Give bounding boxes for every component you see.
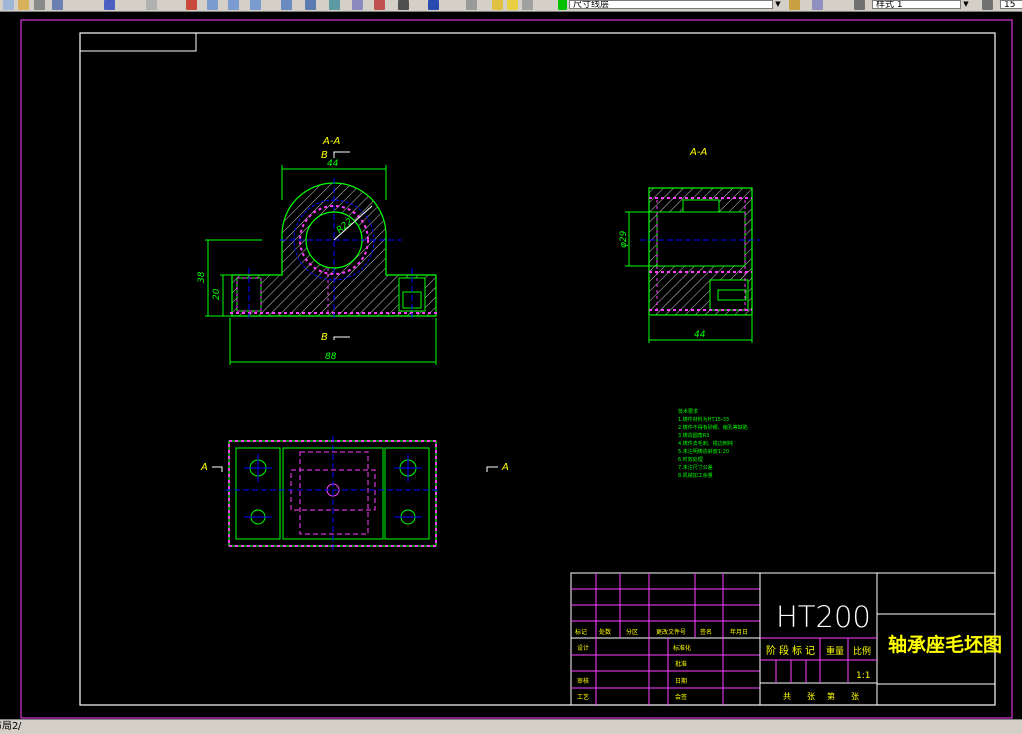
dim-side-width: 44 xyxy=(694,330,706,340)
layer-color-icon[interactable] xyxy=(507,0,518,10)
tech-note: 8.机械加工余量 xyxy=(678,472,713,479)
print-icon[interactable] xyxy=(34,0,45,10)
tech-note: 4.铸件去毛刺、锐边倒钝 xyxy=(678,440,733,447)
make-current-layer-icon[interactable] xyxy=(789,0,800,10)
title-block-material: HT200 xyxy=(776,600,871,634)
mid-label: 日期 xyxy=(675,677,687,685)
save-icon[interactable] xyxy=(52,0,63,10)
markup-icon[interactable] xyxy=(374,0,385,10)
tech-note: 6.时效处理 xyxy=(678,456,703,463)
cut-label-b-bottom: B xyxy=(321,332,328,343)
style-combo-value: 样式 1 xyxy=(876,0,903,9)
front-section-view: A-A B 44 R22 38 20 B 88 xyxy=(197,136,438,365)
layer-combo-value: 尺寸线层 xyxy=(573,0,610,9)
right-combo-value: 15 xyxy=(1004,0,1016,9)
dim-height-total: 38 xyxy=(197,271,207,283)
tech-note: 3.铸造圆角R3 xyxy=(678,432,709,439)
style-combo[interactable]: 样式 1 xyxy=(872,0,970,9)
title-block: HT200 轴承座毛坯图 1:1 标记 处数 分区 更改文件号 签名 年月日 设… xyxy=(570,572,1002,706)
redo-icon[interactable] xyxy=(146,0,157,10)
top-view: A A xyxy=(200,436,509,550)
mid-label: 标准化 xyxy=(673,644,691,652)
table-style-icon[interactable] xyxy=(982,0,993,10)
layer-lock-icon[interactable] xyxy=(522,0,533,10)
header-label: 分区 xyxy=(626,628,638,636)
sheet-label: 张 xyxy=(851,692,859,701)
layer-swatch-icon xyxy=(558,0,567,10)
properties-icon[interactable] xyxy=(281,0,292,10)
title-block-drawing-name: 轴承座毛坯图 xyxy=(888,633,1002,656)
header-label: 更改文件号 xyxy=(656,628,686,636)
tech-note: 2.铸件不得有砂眼、缩孔等缺陷 xyxy=(678,424,748,431)
sheet-label: 张 xyxy=(807,692,815,701)
weight-label: 重量 xyxy=(826,645,844,657)
undo-icon[interactable] xyxy=(104,0,115,10)
cut-label-a-right: A xyxy=(501,462,509,473)
header-label: 年月日 xyxy=(730,628,748,636)
open-file-icon[interactable] xyxy=(18,0,29,10)
plot-style-icon[interactable] xyxy=(854,0,865,10)
dim-width-top: 44 xyxy=(327,159,339,169)
drawing-svg: A-A B 44 R22 38 20 B 88 A-A φ29 44 A A 技… xyxy=(20,19,1013,719)
stage-label: 阶段标记 xyxy=(766,644,818,657)
side-section-label: A-A xyxy=(689,147,707,158)
dim-height-base: 20 xyxy=(212,288,222,300)
technical-notes: 技术要求 1.铸件材料为HT15-33 2.铸件不得有砂眼、缩孔等缺陷 3.铸造… xyxy=(678,408,748,479)
tab-separator: / xyxy=(18,721,22,732)
mid-label: 批准 xyxy=(675,660,687,668)
sheet-set-icon[interactable] xyxy=(352,0,363,10)
zoom-previous-icon[interactable] xyxy=(250,0,261,10)
header-label: 签名 xyxy=(700,628,712,636)
new-file-icon[interactable] xyxy=(3,0,14,10)
design-center-icon[interactable] xyxy=(305,0,316,10)
zoom-window-icon[interactable] xyxy=(228,0,239,10)
side-section-view: A-A φ29 44 xyxy=(619,147,760,343)
layer-properties-icon[interactable] xyxy=(466,0,477,10)
calculator-icon[interactable] xyxy=(398,0,409,10)
layer-combo[interactable]: 尺寸线层 xyxy=(569,0,782,9)
tool-palette-icon[interactable] xyxy=(329,0,340,10)
tech-notes-title: 技术要求 xyxy=(678,408,698,415)
toolbar: 尺寸线层 ▼ 样式 1 ▼ 15 xyxy=(0,0,1022,12)
left-label: 审核 xyxy=(577,677,589,685)
drawing-canvas[interactable]: A-A B 44 R22 38 20 B 88 A-A φ29 44 A A 技… xyxy=(0,12,1022,719)
frame-corner-box xyxy=(79,32,197,52)
layout-tab-bar: 布局2 / xyxy=(0,719,1022,734)
right-combo[interactable]: 15 xyxy=(1000,0,1022,9)
cut-label-a-left: A xyxy=(200,462,208,473)
zoom-realtime-icon[interactable] xyxy=(207,0,218,10)
sheet-label: 第 xyxy=(827,691,835,701)
title-block-scale: 1:1 xyxy=(856,671,870,681)
scale-label: 比例 xyxy=(853,645,871,657)
layer-state-icon[interactable] xyxy=(492,0,503,10)
dim-length-base: 88 xyxy=(325,352,337,362)
tech-note: 5.未注明铸造斜度1:20 xyxy=(678,448,729,455)
left-label: 工艺 xyxy=(577,693,589,701)
tech-note: 7.未注尺寸公差 xyxy=(678,464,713,471)
chevron-down-icon[interactable]: ▼ xyxy=(772,0,783,9)
front-section-label: A-A xyxy=(322,136,340,147)
layout-tab[interactable]: 布局2 xyxy=(0,720,18,734)
mid-label: 会签 xyxy=(675,693,687,701)
pan-icon[interactable] xyxy=(186,0,197,10)
help-icon[interactable] xyxy=(428,0,439,10)
tech-note: 1.铸件材料为HT15-33 xyxy=(678,416,729,423)
dim-side-diameter: φ29 xyxy=(619,230,629,248)
layer-previous-icon[interactable] xyxy=(812,0,823,10)
left-label: 设计 xyxy=(577,644,589,652)
header-label: 标记 xyxy=(575,628,587,636)
header-label: 处数 xyxy=(599,628,611,636)
sheet-label: 共 xyxy=(783,692,791,701)
chevron-down-icon[interactable]: ▼ xyxy=(960,0,971,9)
